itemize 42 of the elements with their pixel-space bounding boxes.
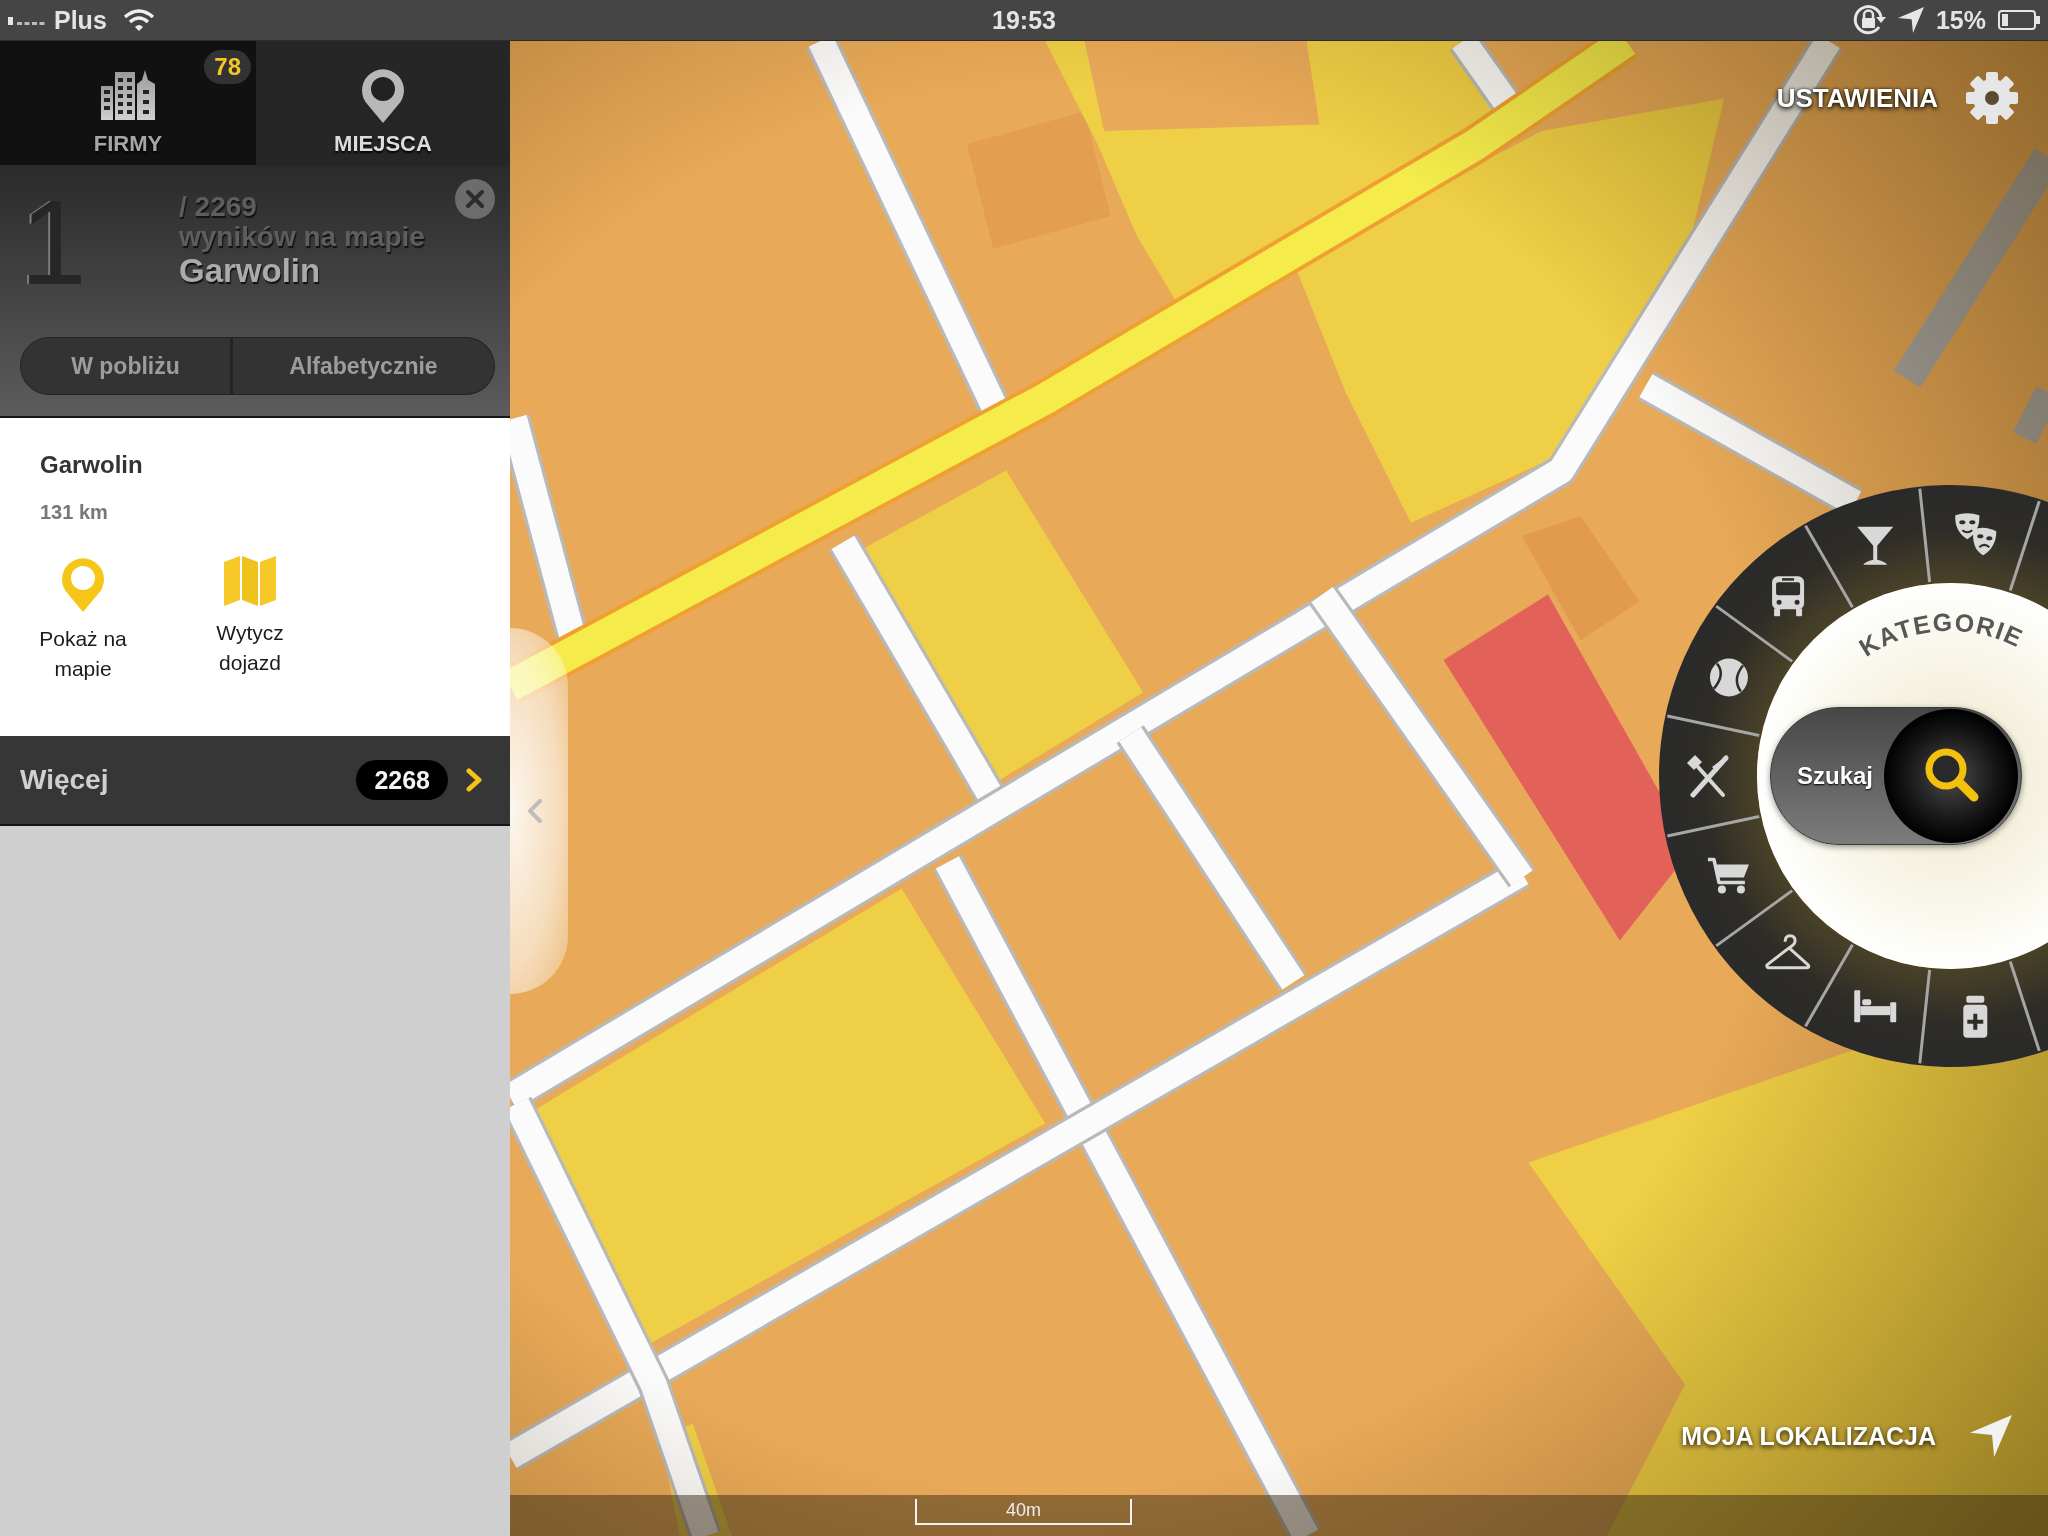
fork-and-knife-icon[interactable]: [1687, 755, 1729, 798]
action-button[interactable]: Pokaż na mapie: [18, 556, 148, 684]
scale-bar: 40m: [915, 1499, 1132, 1525]
search-icon: [1884, 709, 2018, 843]
ball-icon[interactable]: [1709, 658, 1748, 697]
sort-segment[interactable]: W pobliżu: [20, 337, 231, 395]
medicine-bottle-icon[interactable]: [1963, 995, 1988, 1038]
location-name: Garwolin: [179, 252, 322, 290]
close-icon: [466, 190, 484, 208]
more-button[interactable]: Więcej 2268: [0, 736, 510, 826]
map-pin-icon: [60, 556, 106, 612]
chevron-left-icon: [528, 799, 542, 823]
bed-icon[interactable]: [1854, 990, 1897, 1023]
buildings-icon: [101, 70, 155, 120]
settings-icon: [1966, 72, 2018, 124]
cocktail-glass-icon[interactable]: [1857, 526, 1894, 565]
location-arrow-icon: [1897, 7, 1924, 33]
action-button[interactable]: Wytycz dojazd: [185, 556, 315, 684]
sort-segment[interactable]: Alfabetycznie: [231, 337, 495, 395]
close-button[interactable]: [455, 179, 495, 219]
signal-strength-icon: [8, 15, 46, 25]
battery-percent: 15%: [1935, 5, 1986, 35]
count-badge: 2268: [356, 760, 448, 800]
rotation-lock-icon: [1851, 3, 1886, 37]
theater-masks-icon[interactable]: [1955, 513, 1997, 556]
result-position: 1: [20, 192, 88, 292]
category-tab[interactable]: FIRMY 78: [0, 41, 256, 165]
chevron-right-icon: [466, 768, 482, 792]
battery-icon: [1998, 10, 2040, 30]
status-time: 19:53: [992, 5, 1056, 35]
carrier-name: Plus: [54, 5, 107, 35]
shopping-cart-icon[interactable]: [1707, 857, 1749, 894]
count-badge: 78: [204, 50, 251, 84]
wifi-icon: [122, 8, 155, 32]
place-distance: 131 km: [40, 500, 108, 524]
folded-map-icon: [224, 556, 276, 606]
map-pin-icon: [360, 67, 406, 123]
location-arrow-icon: [1970, 1415, 2012, 1457]
place-name: Garwolin: [40, 450, 143, 480]
bus-icon[interactable]: [1772, 576, 1805, 617]
clothes-hanger-icon[interactable]: [1765, 934, 1810, 970]
category-tab[interactable]: MIEJSCA: [256, 41, 510, 165]
